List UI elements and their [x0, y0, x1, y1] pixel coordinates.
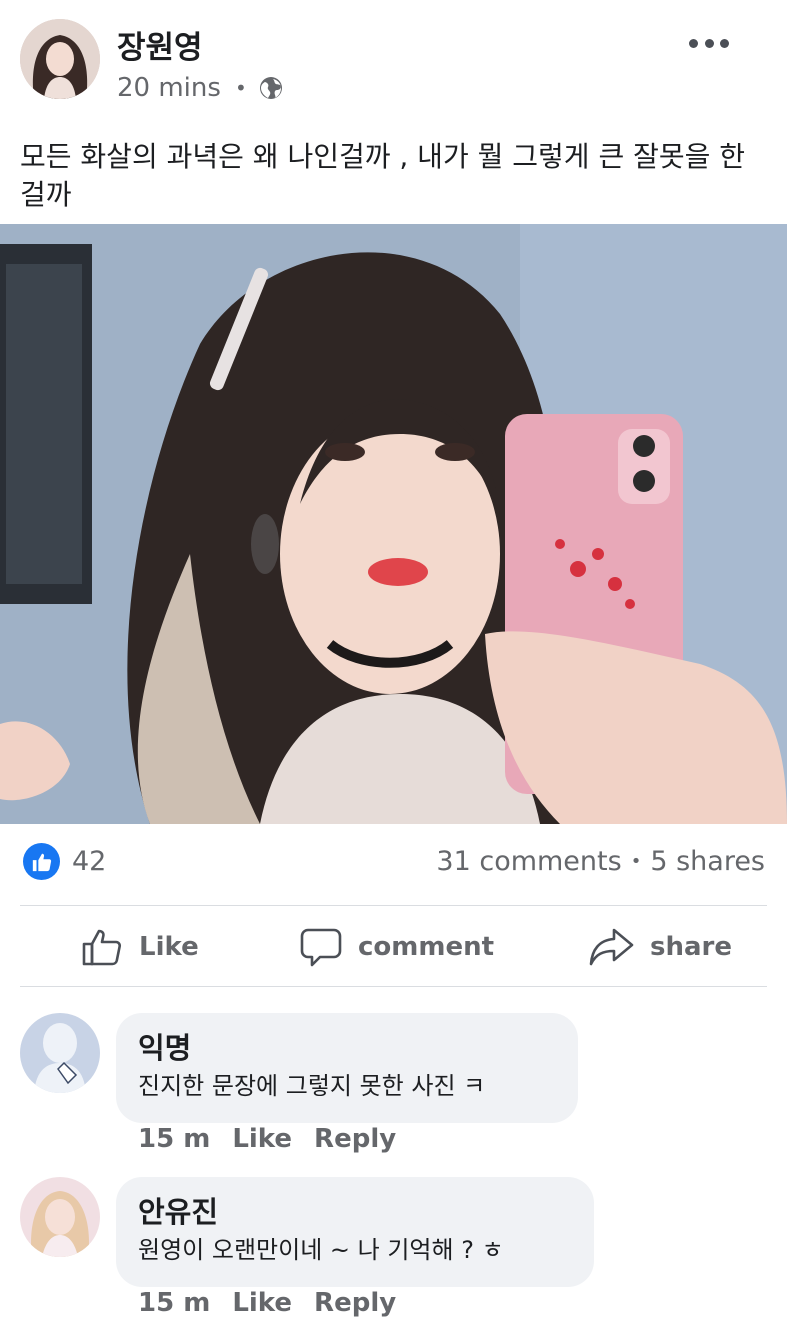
commenter-avatar[interactable] [20, 1013, 100, 1093]
dot-3 [720, 38, 729, 48]
comment-bubble[interactable]: 안유진 원영이 오랜만이네 ~ 나 기억해 ? ㅎ [116, 1177, 594, 1287]
comment-icon [300, 928, 342, 967]
like-button[interactable]: Like [81, 922, 199, 972]
post-card: 장원영 20 mins • 모든 화살의 과녁은 왜 나인걸까 , 내가 뭘 그… [0, 0, 787, 1327]
share-icon [589, 928, 634, 966]
comment-button[interactable]: comment [300, 922, 494, 972]
like-reaction-icon[interactable] [23, 843, 60, 880]
comment-bubble[interactable]: 익명 진지한 문장에 그렇지 못한 사진 ㅋ [116, 1013, 578, 1123]
post-photo[interactable] [0, 224, 787, 824]
comment-actions: 15 m Like Reply [138, 1122, 418, 1156]
comment-count[interactable]: 31 comments [436, 843, 621, 880]
like-label: Like [139, 932, 199, 962]
comment-time: 15 m [138, 1124, 211, 1154]
like-count[interactable]: 42 [72, 843, 106, 880]
author-name[interactable]: 장원영 [117, 22, 203, 67]
author-avatar[interactable] [20, 19, 100, 99]
dot-1 [689, 38, 698, 48]
share-label: share [650, 932, 732, 962]
engagement-stats: 31 comments • 5 shares [436, 843, 765, 880]
comment-like-button[interactable]: Like [232, 1288, 292, 1318]
globe-icon[interactable] [259, 76, 283, 100]
comment-time: 15 m [138, 1288, 211, 1318]
dot-2 [704, 38, 714, 48]
comment-label: comment [358, 932, 495, 962]
stats-separator: • [630, 851, 642, 872]
divider-top [20, 905, 767, 906]
post-time[interactable]: 20 mins [117, 73, 221, 103]
commenter-avatar[interactable] [20, 1177, 100, 1257]
post-meta: 20 mins • [117, 70, 283, 106]
share-count[interactable]: 5 shares [650, 843, 765, 880]
comment-text: 원영이 오랜만이네 ~ 나 기억해 ? ㅎ [138, 1236, 504, 1264]
more-options-icon[interactable] [689, 26, 729, 60]
comment-text: 진지한 문장에 그렇지 못한 사진 ㅋ [138, 1072, 486, 1100]
comment-like-button[interactable]: Like [232, 1124, 292, 1154]
post-text: 모든 화살의 과녁은 왜 나인걸까 , 내가 뭘 그렇게 큰 잘못을 한걸까 [20, 140, 746, 211]
thumbs-up-icon [82, 929, 122, 966]
commenter-name[interactable]: 안유진 [138, 1193, 572, 1231]
comment-reply-button[interactable]: Reply [314, 1288, 396, 1318]
comment-actions: 15 m Like Reply [138, 1286, 418, 1320]
commenter-name[interactable]: 익명 [138, 1029, 556, 1067]
comment-reply-button[interactable]: Reply [314, 1124, 396, 1154]
share-button[interactable]: share [588, 922, 732, 972]
divider-bottom [20, 986, 767, 987]
meta-separator: • [234, 76, 247, 100]
